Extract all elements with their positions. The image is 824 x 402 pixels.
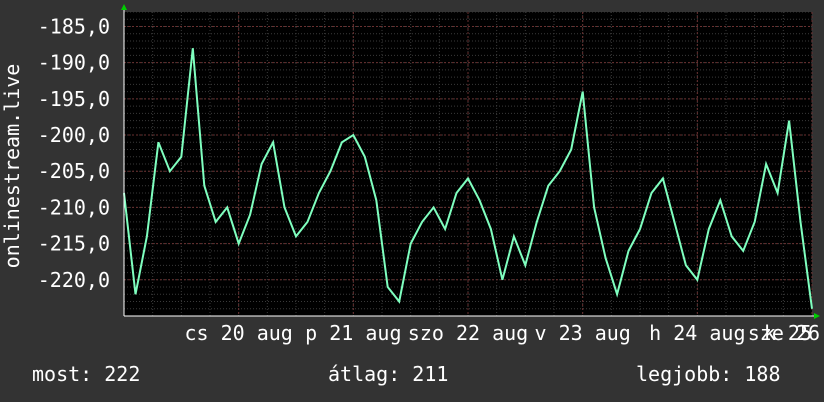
- best-number: 188: [744, 362, 781, 386]
- y-axis-label: onlinestream.live: [0, 63, 24, 269]
- x-axis-arrow: [814, 313, 820, 319]
- x-tick-label: p 21 aug: [305, 321, 401, 345]
- y-tick-label: -210,0: [38, 195, 110, 219]
- x-tick-label: h 24 aug: [649, 321, 745, 345]
- y-tick-label: -215,0: [38, 232, 110, 256]
- current-value: most: 222: [32, 362, 140, 386]
- x-tick-label: sze 26: [748, 321, 820, 345]
- line-chart: -185,0 -190,0 -195,0 -200,0 -205,0 -210,0 -215…: [38, 4, 824, 345]
- y-tick-label: -185,0: [38, 14, 110, 38]
- y-axis-arrow: [121, 4, 127, 10]
- y-tick-label: -205,0: [38, 159, 110, 183]
- average-number: 211: [412, 362, 449, 386]
- x-tick-label: v 23 aug: [535, 321, 631, 345]
- y-tick-label: -190,0: [38, 51, 110, 75]
- y-tick-label: -220,0: [38, 268, 110, 292]
- best-value: legjobb: 188: [636, 362, 781, 386]
- y-tick-label: -200,0: [38, 123, 110, 147]
- x-tick-label: cs 20 aug: [184, 321, 292, 345]
- average-label: átlag:: [328, 362, 401, 386]
- current-number: 222: [104, 362, 141, 386]
- y-axis-label-container: onlinestream.live: [0, 0, 30, 320]
- y-tick-label: -195,0: [38, 87, 110, 111]
- current-label: most:: [32, 362, 93, 386]
- x-tick-label: szo 22 aug: [408, 321, 528, 345]
- average-value: átlag: 211: [328, 362, 448, 386]
- best-label: legjobb:: [636, 362, 733, 386]
